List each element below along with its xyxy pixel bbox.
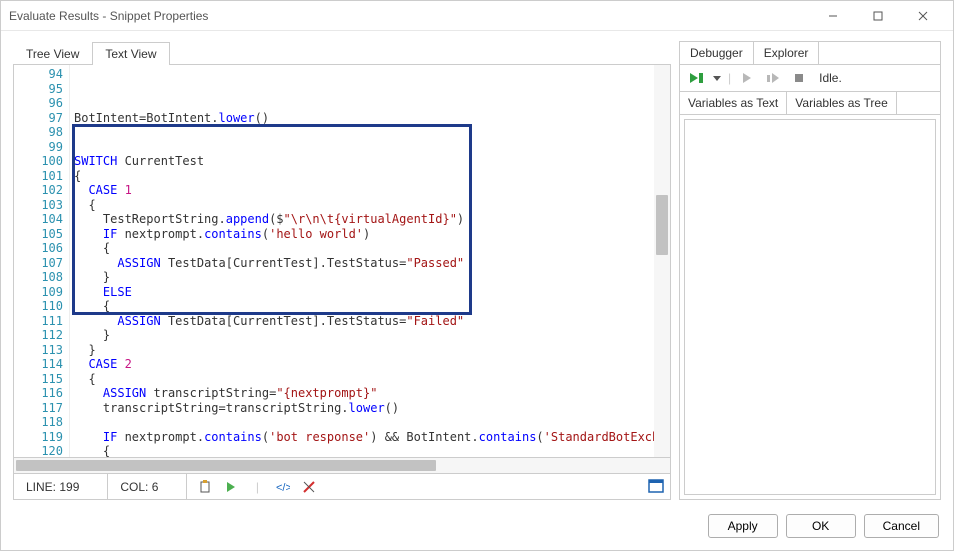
content: Tree View Text View 94959697989910010110… xyxy=(1,31,953,504)
code-brackets-icon[interactable]: </> xyxy=(275,479,291,495)
tab-variables-tree[interactable]: Variables as Tree xyxy=(787,92,897,114)
debug-step-icon[interactable] xyxy=(763,69,783,87)
code-editor[interactable]: 9495969798991001011021031041051061071081… xyxy=(13,65,671,458)
view-tabs: Tree View Text View xyxy=(13,41,671,65)
tab-debugger[interactable]: Debugger xyxy=(680,42,754,64)
ok-button[interactable]: OK xyxy=(786,514,856,538)
play-icon[interactable] xyxy=(223,479,239,495)
pencil-strike-icon[interactable] xyxy=(301,479,317,495)
apply-button[interactable]: Apply xyxy=(708,514,778,538)
window-restore-icon[interactable] xyxy=(648,478,664,494)
tab-tree-view[interactable]: Tree View xyxy=(13,42,92,65)
variables-tabs: Variables as Text Variables as Tree xyxy=(680,92,940,115)
toolbar-divider: | xyxy=(728,71,731,85)
tab-explorer[interactable]: Explorer xyxy=(754,42,820,64)
line-gutter: 9495969798991001011021031041051061071081… xyxy=(14,65,70,457)
right-panel: Debugger Explorer | Idle. Variables as T… xyxy=(679,41,941,500)
status-line: LINE: 199 xyxy=(14,474,108,499)
left-panel: Tree View Text View 94959697989910010110… xyxy=(13,41,671,500)
debug-toolbar: | Idle. xyxy=(680,65,940,92)
scrollbar-horizontal[interactable] xyxy=(13,458,671,474)
scrollbar-vertical-thumb[interactable] xyxy=(656,195,668,255)
window: Evaluate Results - Snippet Properties Tr… xyxy=(0,0,954,551)
dialog-buttons: Apply OK Cancel xyxy=(1,504,953,550)
dropdown-icon[interactable] xyxy=(712,69,722,87)
paste-icon[interactable] xyxy=(197,479,213,495)
tab-variables-text[interactable]: Variables as Text xyxy=(680,92,787,114)
divider-icon: | xyxy=(249,479,265,495)
tab-text-view[interactable]: Text View xyxy=(92,42,169,65)
variables-body xyxy=(684,119,936,495)
statusbar: LINE: 199 COL: 6 | </> xyxy=(13,474,671,500)
svg-text:</>: </> xyxy=(276,482,290,494)
scrollbar-vertical[interactable] xyxy=(654,65,670,457)
debug-stop-icon[interactable] xyxy=(789,69,809,87)
code-area[interactable]: BotIntent=BotIntent.lower()SWITCH Curren… xyxy=(70,65,670,457)
minimize-button[interactable] xyxy=(810,2,855,30)
titlebar: Evaluate Results - Snippet Properties xyxy=(1,1,953,31)
right-tabs: Debugger Explorer xyxy=(680,42,940,65)
debug-status: Idle. xyxy=(819,71,842,85)
status-col: COL: 6 xyxy=(108,474,187,499)
window-title: Evaluate Results - Snippet Properties xyxy=(9,9,810,23)
close-button[interactable] xyxy=(900,2,945,30)
debug-start-icon[interactable] xyxy=(686,69,706,87)
maximize-button[interactable] xyxy=(855,2,900,30)
window-controls xyxy=(810,2,945,30)
debug-continue-icon[interactable] xyxy=(737,69,757,87)
cancel-button[interactable]: Cancel xyxy=(864,514,939,538)
scrollbar-horizontal-thumb[interactable] xyxy=(16,460,436,471)
status-icons: | </> xyxy=(187,479,648,495)
status-right xyxy=(648,478,670,496)
